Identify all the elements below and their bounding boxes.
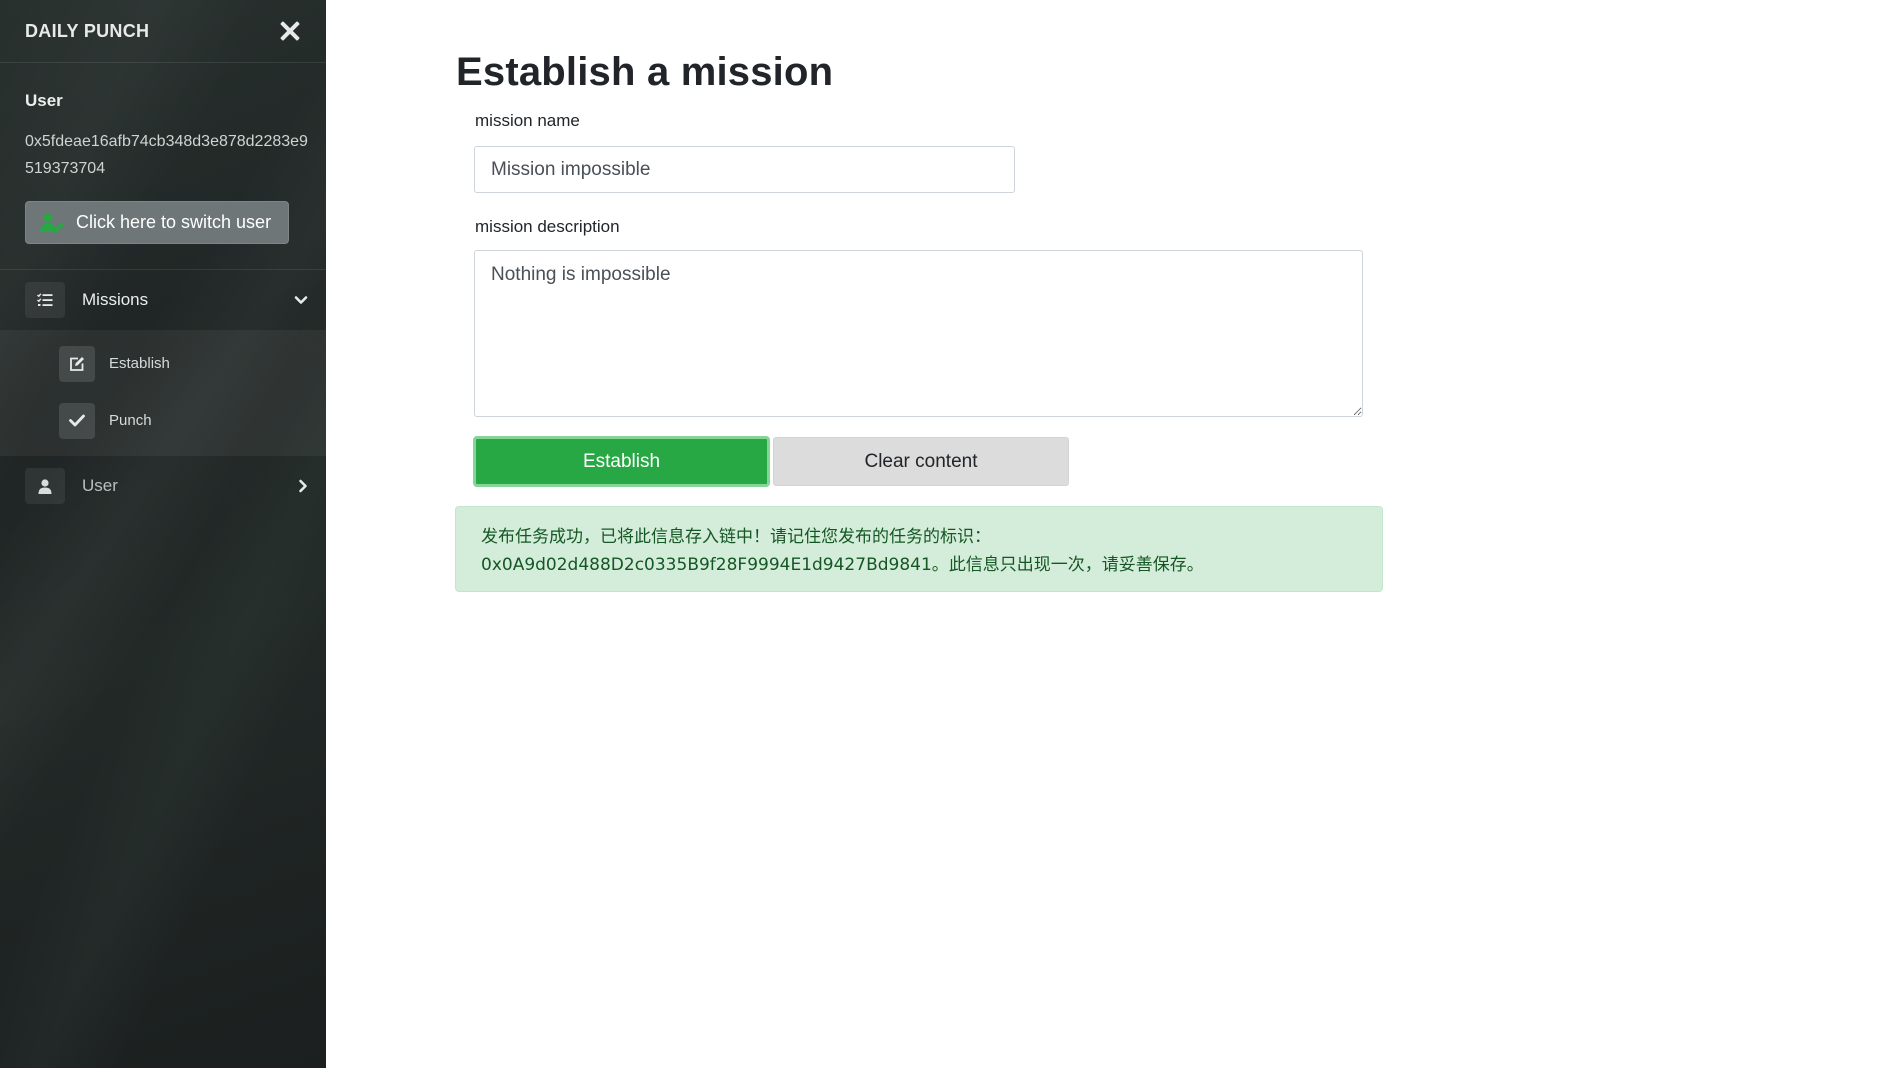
sidebar-user-panel: User 0x5fdeae16afb74cb348d3e878d2283e951… [0, 63, 326, 270]
alert-message-line-2: 0x0A9d02d488D2c0335B9f28F9994E1d9427Bd98… [481, 555, 1204, 575]
user-heading: User [25, 91, 63, 110]
user-icon [25, 468, 65, 504]
sidebar-item-missions-label: Missions [82, 290, 149, 309]
tasks-icon [25, 282, 65, 318]
close-icon[interactable] [279, 20, 301, 42]
mission-name-input[interactable] [474, 146, 1015, 193]
sidebar-item-punch-label: Punch [109, 412, 152, 429]
app-root: DAILY PUNCH User 0x5fdeae16afb74cb348d3e… [0, 0, 1900, 1068]
mission-name-label: mission name [475, 111, 580, 130]
sidebar-item-user-label: User [82, 476, 118, 495]
alert-message-line-1: 发布任务成功，已将此信息存入链中！请记住您发布的任务的标识： [481, 527, 991, 547]
switch-user-label: Click here to switch user [76, 212, 272, 232]
sidebar-item-establish-label: Establish [109, 355, 170, 372]
user-edit-icon [40, 213, 64, 232]
page-title: Establish a mission [456, 50, 834, 94]
sidebar-item-missions[interactable]: Missions [0, 270, 326, 330]
clear-content-button[interactable]: Clear content [773, 437, 1069, 486]
sidebar-item-establish[interactable]: Establish [0, 335, 326, 392]
success-alert: 发布任务成功，已将此信息存入链中！请记住您发布的任务的标识： 0x0A9d02d… [455, 506, 1383, 592]
brand-title: DAILY PUNCH [25, 20, 150, 41]
sidebar-item-user[interactable]: User [0, 456, 326, 516]
sidebar-header: DAILY PUNCH [0, 0, 326, 63]
establish-button[interactable]: Establish [473, 436, 770, 487]
sidebar: DAILY PUNCH User 0x5fdeae16afb74cb348d3e… [0, 0, 326, 1068]
missions-submenu: Establish Punch [0, 330, 326, 456]
main-content: Establish a mission mission name mission… [326, 0, 1900, 1068]
mission-description-textarea[interactable]: Nothing is impossible [474, 250, 1363, 417]
chevron-down-icon [294, 296, 308, 304]
edit-icon [59, 345, 95, 382]
user-address: 0x5fdeae16afb74cb348d3e878d2283e95193737… [25, 133, 308, 177]
switch-user-button[interactable]: Click here to switch user [25, 201, 289, 244]
chevron-right-icon [299, 479, 307, 493]
sidebar-item-punch[interactable]: Punch [0, 392, 326, 449]
check-icon [59, 402, 95, 439]
mission-description-label: mission description [475, 217, 620, 236]
